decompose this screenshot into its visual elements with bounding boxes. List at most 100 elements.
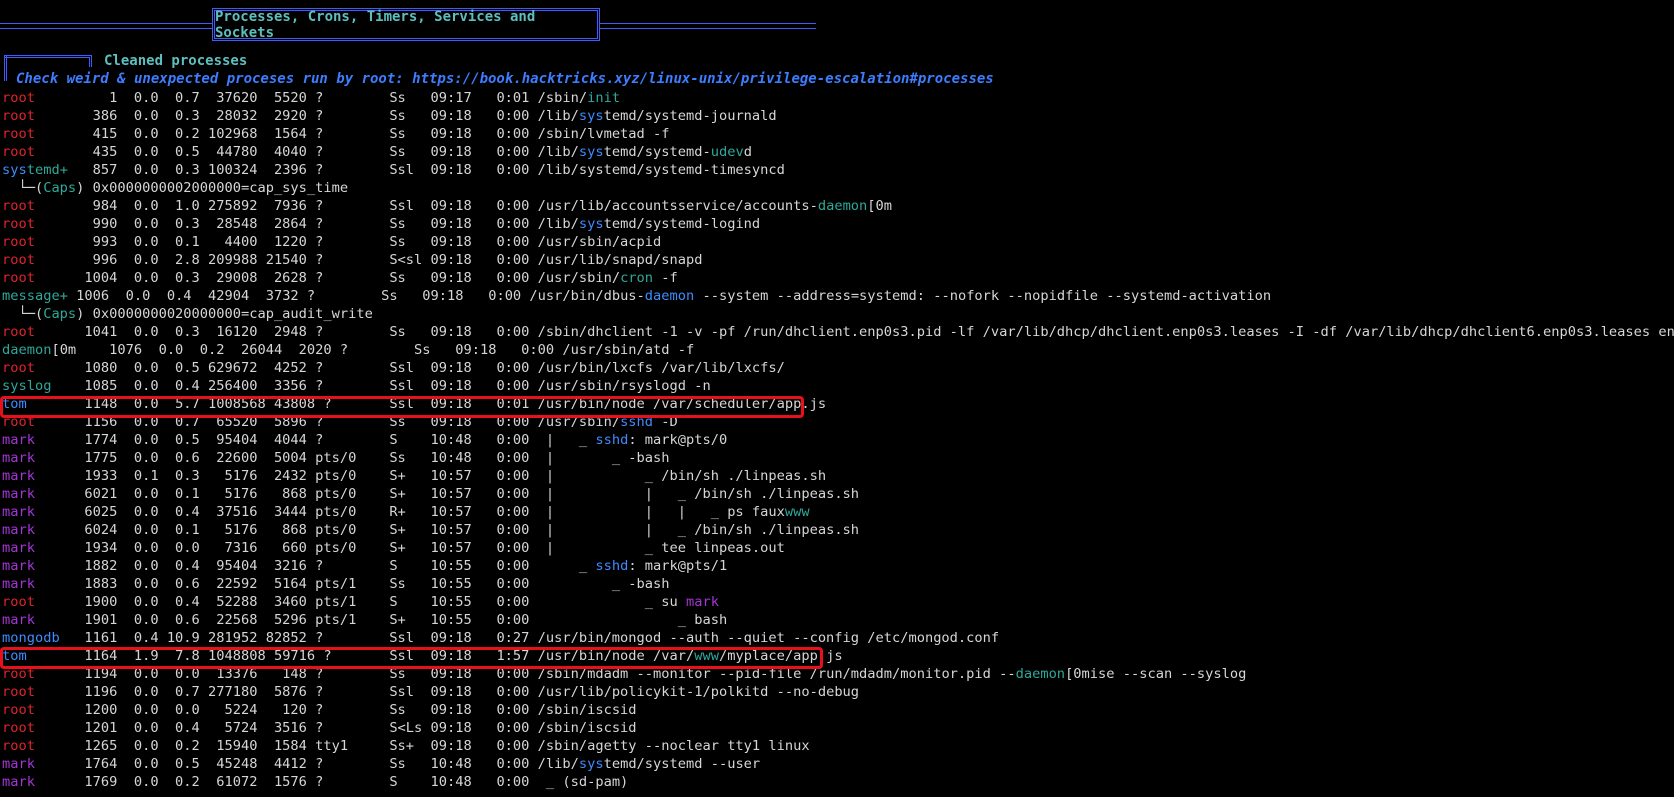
caps-text: Caps [43,180,77,196]
process-row: root 990 0.0 0.3 28548 2864 ? Ss 09:18 0… [2,215,1674,233]
process-command: /usr/lib/policykit-1/polkitd --no-debug [537,684,860,700]
process-command: [0mise --scan --syslog [1065,666,1247,682]
process-stats: 1774 0.0 0.5 95404 4044 ? S 10:48 0:00 [34,432,538,448]
process-command: /lib/ [537,756,579,772]
process-command: /sbin/dhclient -1 -v -pf /run/dhclient.e… [537,324,1674,340]
process-command: | | _ /bin/sh ./linpeas.sh [537,486,860,502]
process-command: /sbin/agetty --noclear tty1 linux [537,738,810,754]
process-stats: 1080 0.0 0.5 629672 4252 ? Ssl 09:18 0:0… [34,360,538,376]
process-command: cron [620,270,654,286]
process-command: _ bash [537,612,728,628]
process-user: temd+ [26,162,68,178]
process-user: root [2,126,35,142]
subsection-title: Cleaned processes [104,53,248,69]
process-command: : mark@pts/0 [628,432,728,448]
process-row: mark 1901 0.0 0.6 22568 5296 pts/1 S+ 10… [2,611,1674,629]
process-command: /lib/systemd/systemd-timesyncd [537,162,785,178]
process-command: _ -bash [537,576,670,592]
process-stats: 1161 0.4 10.9 281952 82852 ? Ssl 09:18 0… [59,630,538,646]
process-row: mark 6024 0.0 0.1 5176 868 pts/0 S+ 10:5… [2,521,1674,539]
process-stats: 857 0.0 0.3 100324 2396 ? Ssl 09:18 0:00 [67,162,538,178]
process-stats: 6025 0.0 0.4 37516 3444 pts/0 R+ 10:57 0… [34,504,538,520]
process-command: daemon [644,288,695,304]
process-row: root 1 0.0 0.7 37620 5520 ? Ss 09:17 0:0… [2,89,1674,107]
process-stats: 1041 0.0 0.3 16120 2948 ? Ss 09:18 0:00 [34,324,538,340]
process-stats: 1901 0.0 0.6 22568 5296 pts/1 S+ 10:55 0… [34,612,538,628]
process-command: /sbin/ [537,90,588,106]
process-row: mark 1933 0.1 0.3 5176 2432 pts/0 S+ 10:… [2,467,1674,485]
process-command: -f [653,270,678,286]
process-user: mark [2,468,35,484]
process-user: mark [2,576,35,592]
process-stats: 1769 0.0 0.2 61072 1576 ? S 10:48 0:00 [34,774,538,790]
process-command: temd/systemd- [603,144,711,160]
process-user: mark [2,450,35,466]
process-command: /usr/sbin/ [537,270,621,286]
process-command: temd/systemd-journald [603,108,777,124]
process-user: message+ [2,288,68,304]
process-row: daemon[0m 1076 0.0 0.2 26044 2020 ? Ss 0… [2,341,1674,359]
process-command: /lib/ [537,216,579,232]
process-user: mark [2,774,35,790]
caps-text: └─( [2,180,44,196]
process-command: : mark@pts/1 [628,558,728,574]
process-user: root [2,108,35,124]
process-user: mark [2,612,35,628]
process-user: root [2,198,35,214]
process-stats: 415 0.0 0.2 102968 1564 ? Ss 09:18 0:00 [34,126,538,142]
process-command: daemon [1015,666,1066,682]
highlight-box-scheduler [0,396,804,418]
process-user: mark [2,432,35,448]
process-stats: 386 0.0 0.3 28032 2920 ? Ss 09:18 0:00 [34,108,538,124]
process-user: root [2,702,35,718]
process-user: mark [2,522,35,538]
process-user: mark [2,558,35,574]
process-command: udev [710,144,744,160]
process-row: root 1041 0.0 0.3 16120 2948 ? Ss 09:18 … [2,323,1674,341]
process-row: mark 1774 0.0 0.5 95404 4044 ? S 10:48 0… [2,431,1674,449]
process-row: message+ 1006 0.0 0.4 42904 3732 ? Ss 09… [2,287,1674,305]
process-stats: 1934 0.0 0.0 7316 660 pts/0 S+ 10:57 0:0… [34,540,538,556]
process-stats: 1265 0.0 0.2 15940 1584 tty1 Ss+ 09:18 0… [34,738,538,754]
process-command: daemon [817,198,868,214]
process-row: syslog 1085 0.0 0.4 256400 3356 ? Ssl 09… [2,377,1674,395]
process-command: | _ -bash [537,450,670,466]
process-command: mark [686,594,719,610]
check-hint-text: Check weird & unexpected proceses run by… [16,71,994,87]
process-command: /usr/lib/snapd/snapd [537,252,703,268]
process-user: mark [2,504,35,520]
process-row: mark 1764 0.0 0.5 45248 4412 ? Ss 10:48 … [2,755,1674,773]
process-command: temd/systemd-logind [603,216,761,232]
process-command: /lib/ [537,144,579,160]
process-row: root 415 0.0 0.2 102968 1564 ? Ss 09:18 … [2,125,1674,143]
process-row: root 1900 0.0 0.4 52288 3460 pts/1 S 10:… [2,593,1674,611]
process-user: root [2,270,35,286]
process-stats: 993 0.0 0.1 4400 1220 ? Ss 09:18 0:00 [34,234,538,250]
process-row: root 1004 0.0 0.3 29008 2628 ? Ss 09:18 … [2,269,1674,287]
process-command: sys [578,108,604,124]
process-user: mark [2,486,35,502]
process-command: sys [578,144,604,160]
caps-text: Caps [43,306,77,322]
process-user: mongodb [2,630,60,646]
process-user: root [2,684,35,700]
process-stats: 1006 0.0 0.4 42904 3732 ? Ss 09:18 0:00 [67,288,530,304]
process-command: d [743,144,752,160]
process-command: _ (sd-pam) [537,774,629,790]
caps-text: └─( [2,306,44,322]
process-command: --system --address=systemd: --nofork --n… [694,288,1272,304]
process-command: [0m [867,198,893,214]
process-user: root [2,720,35,736]
header-rule-left [0,23,212,29]
process-stats: 1900 0.0 0.4 52288 3460 pts/1 S 10:55 0:… [34,594,538,610]
process-row: root 1080 0.0 0.5 629672 4252 ? Ssl 09:1… [2,359,1674,377]
process-user: root [2,234,35,250]
process-stats: 996 0.0 2.8 209988 21540 ? S<sl 09:18 0:… [34,252,538,268]
process-command: init [587,90,621,106]
process-stats: 984 0.0 1.0 275892 7936 ? Ssl 09:18 0:00 [34,198,538,214]
process-stats: 1883 0.0 0.6 22592 5164 pts/1 Ss 10:55 0… [34,576,538,592]
process-stats: 6024 0.0 0.1 5176 868 pts/0 S+ 10:57 0:0… [34,522,538,538]
process-user: mark [2,756,35,772]
process-row: root 1196 0.0 0.7 277180 5876 ? Ssl 09:1… [2,683,1674,701]
process-user: syslog [2,378,52,394]
